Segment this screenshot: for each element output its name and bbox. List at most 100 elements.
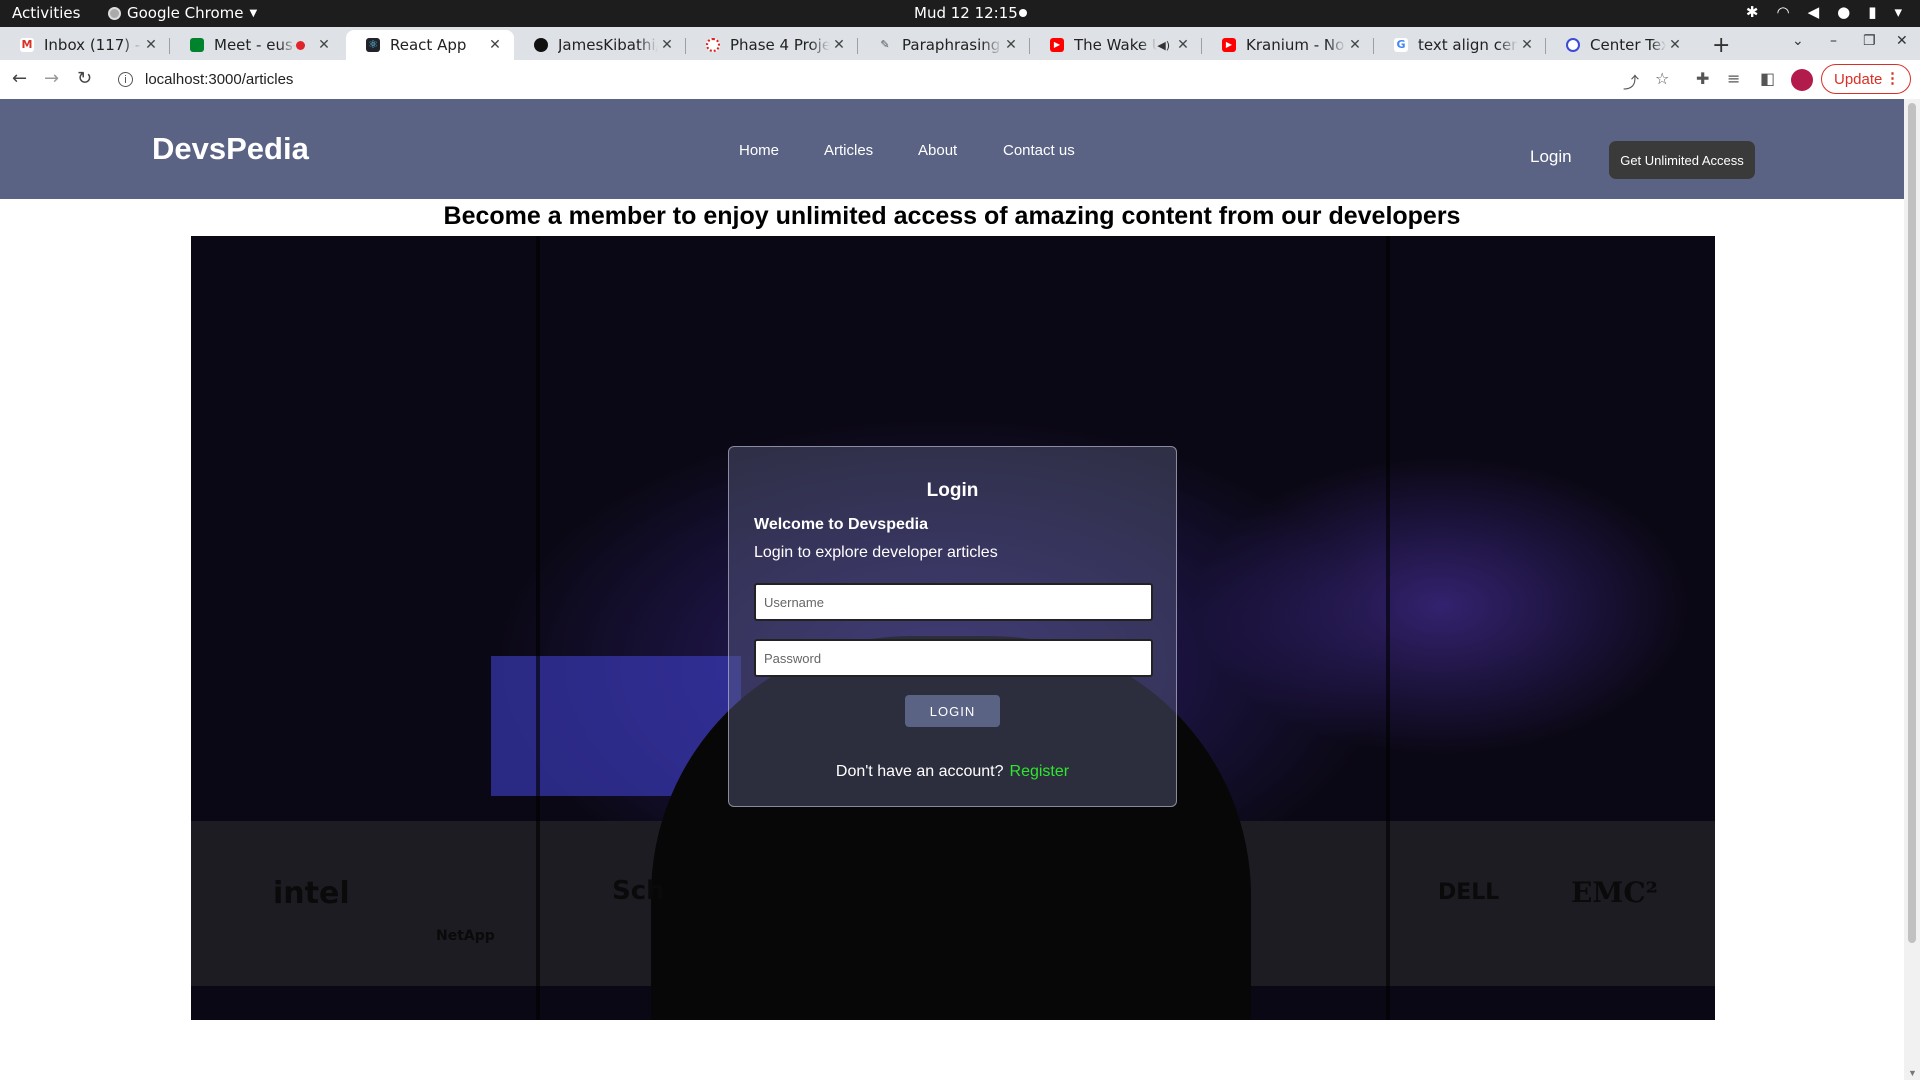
app-menu[interactable]: Google Chrome ▼ — [108, 4, 257, 22]
forward-icon[interactable]: → — [44, 68, 59, 89]
update-label: Update — [1834, 70, 1883, 88]
update-button[interactable]: Update ⋮ — [1821, 64, 1911, 94]
reload-icon[interactable]: ↻ — [77, 68, 92, 89]
meet-icon — [190, 38, 204, 52]
power-menu-icon[interactable]: ▾ — [1894, 3, 1902, 21]
tab-strip: M Inbox (117) - jar ✕ Meet - eus-e ✕ ⚛ R… — [0, 27, 1920, 60]
volume-icon[interactable]: ◀ — [1808, 3, 1820, 21]
wifi-icon[interactable]: ◠ — [1776, 3, 1789, 21]
phase-icon — [706, 38, 720, 52]
nav-about[interactable]: About — [918, 142, 957, 159]
microphone-icon[interactable]: ● — [1837, 3, 1850, 21]
bookmark-star-icon[interactable]: ☆ — [1655, 69, 1669, 88]
hero-logo-emc: EMC² — [1571, 876, 1658, 909]
recording-icon — [296, 40, 305, 50]
close-icon[interactable]: ✕ — [486, 37, 504, 53]
system-tray[interactable]: ✱ ◠ ◀ ● ▮ ▾ — [1746, 3, 1902, 21]
minimize-icon[interactable]: – — [1830, 33, 1837, 49]
tab-inbox[interactable]: M Inbox (117) - jar ✕ — [0, 30, 170, 60]
close-icon[interactable]: ✕ — [830, 37, 848, 53]
dropdown-arrow-icon: ▼ — [249, 7, 258, 19]
nav-login[interactable]: Login — [1530, 147, 1572, 167]
scrollbar-thumb[interactable] — [1908, 103, 1916, 943]
activities-button[interactable]: Activities — [12, 4, 80, 22]
close-icon[interactable]: ✕ — [1174, 37, 1192, 53]
hero-logo-partial: Sch — [612, 876, 665, 906]
tab-kranium[interactable]: ▶ Kranium - Nobo ✕ — [1202, 30, 1374, 60]
tab-title: Meet - eus-e — [214, 36, 296, 54]
extensions-icon[interactable]: ✚ — [1696, 69, 1709, 88]
tab-search-icon[interactable]: ⌄ — [1792, 33, 1804, 49]
tab-meet[interactable]: Meet - eus-e ✕ — [170, 30, 343, 60]
nav-contact[interactable]: Contact us — [1003, 142, 1075, 159]
close-icon[interactable]: ✕ — [1518, 37, 1536, 53]
username-input[interactable] — [754, 583, 1153, 621]
more-menu-icon[interactable]: ⋮ — [1885, 69, 1900, 87]
chrome-icon — [108, 6, 121, 20]
register-prompt: Don't have an account? Register — [729, 763, 1176, 781]
tab-paraphrasing[interactable]: ✎ Paraphrasing T ✕ — [858, 30, 1030, 60]
page-scrollbar[interactable]: ▼ — [1904, 99, 1920, 1080]
hero-logo-dell: DELL — [1438, 880, 1500, 905]
tab-title: Paraphrasing T — [902, 36, 1002, 54]
browser-frame: M Inbox (117) - jar ✕ Meet - eus-e ✕ ⚛ R… — [0, 27, 1920, 99]
nav-articles[interactable]: Articles — [824, 142, 873, 159]
login-button[interactable]: LOGIN — [905, 695, 1000, 727]
close-icon[interactable]: ✕ — [315, 37, 333, 53]
close-icon[interactable]: ✕ — [1002, 37, 1020, 53]
browser-toolbar: ← → ↻ i localhost:3000/articles ⤴ ☆ ✚ ≡ … — [0, 60, 1920, 99]
battery-icon[interactable]: ▮ — [1868, 3, 1876, 21]
close-icon[interactable]: ✕ — [142, 37, 160, 53]
quill-icon: ✎ — [880, 38, 890, 51]
no-account-text: Don't have an account? — [835, 763, 1004, 780]
clock[interactable]: Mud 12 12:15 — [914, 4, 1018, 22]
speaker-icon[interactable]: ◀) — [1157, 39, 1170, 52]
github-icon — [534, 38, 548, 52]
close-icon[interactable]: ✕ — [1666, 37, 1684, 53]
tab-title: Phase 4 Project — [730, 36, 830, 54]
tab-react-app[interactable]: ⚛ React App ✕ — [346, 30, 514, 60]
close-window-icon[interactable]: ✕ — [1896, 33, 1908, 49]
notification-dot-icon — [1019, 9, 1027, 17]
side-panel-icon[interactable]: ◧ — [1760, 69, 1775, 88]
tab-text-align[interactable]: G text align cente ✕ — [1374, 30, 1546, 60]
page-viewport: DevsPedia Home Articles About Contact us… — [0, 99, 1904, 1080]
share-icon[interactable]: ⤴ — [1623, 69, 1639, 93]
address-bar[interactable]: i localhost:3000/articles — [108, 64, 1688, 95]
app-menu-label: Google Chrome — [127, 4, 244, 22]
close-icon[interactable]: ✕ — [658, 37, 676, 53]
tab-github[interactable]: JamesKibathi/ ✕ — [514, 30, 686, 60]
tab-title: Inbox (117) - jar — [44, 36, 142, 54]
login-title: Login — [926, 480, 979, 501]
site-info-icon[interactable]: i — [118, 72, 133, 87]
gmail-icon: M — [20, 38, 34, 52]
slack-icon[interactable]: ✱ — [1746, 3, 1759, 21]
back-icon[interactable]: ← — [12, 68, 27, 89]
url-text[interactable]: localhost:3000/articles — [145, 71, 293, 88]
nav-home[interactable]: Home — [739, 142, 779, 159]
get-unlimited-access-button[interactable]: Get Unlimited Access — [1609, 141, 1755, 179]
site-logo[interactable]: DevsPedia — [152, 131, 309, 167]
welcome-heading: Welcome to Devspedia — [754, 516, 928, 533]
close-icon[interactable]: ✕ — [1346, 37, 1364, 53]
tab-title: JamesKibathi/ — [558, 36, 658, 54]
scroll-down-icon[interactable]: ▼ — [1908, 1068, 1917, 1078]
youtube-icon: ▶ — [1050, 38, 1064, 52]
reading-list-icon[interactable]: ≡ — [1727, 69, 1740, 88]
google-icon: G — [1394, 38, 1408, 52]
youtube-icon: ▶ — [1222, 38, 1236, 52]
register-link[interactable]: Register — [1010, 763, 1070, 780]
tab-center-text[interactable]: Center Text in R ✕ — [1546, 30, 1694, 60]
login-subtitle: Login to explore developer articles — [754, 544, 998, 561]
tab-title: Kranium - Nobo — [1246, 36, 1346, 54]
profile-avatar[interactable] — [1791, 69, 1813, 91]
tab-title: text align cente — [1418, 36, 1518, 54]
tab-title: Center Text in R — [1590, 36, 1666, 54]
tab-phase4[interactable]: Phase 4 Project ✕ — [686, 30, 858, 60]
new-tab-button[interactable]: + — [1712, 33, 1730, 58]
hero-logo-netapp: NetApp — [436, 928, 495, 944]
password-input[interactable] — [754, 639, 1153, 677]
tab-title: React App — [390, 36, 467, 54]
tab-wake-up[interactable]: ▶ The Wake U ◀) ✕ — [1030, 30, 1202, 60]
restore-icon[interactable]: ❐ — [1863, 33, 1876, 49]
